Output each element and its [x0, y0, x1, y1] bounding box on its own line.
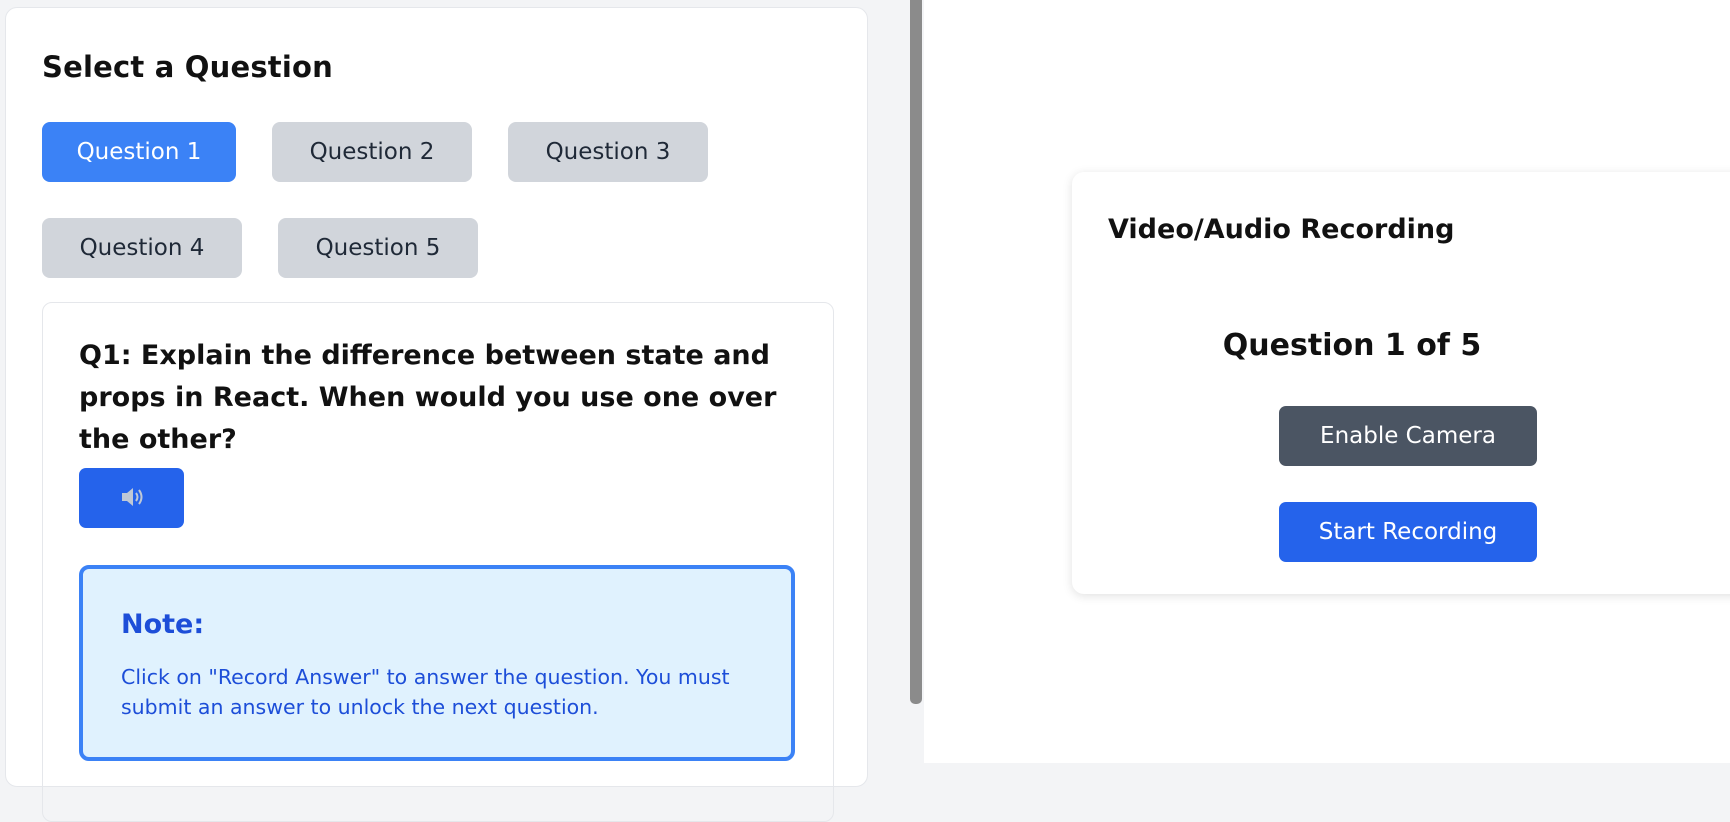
question-text: Q1: Explain the difference between state…: [79, 340, 777, 455]
note-title: Note:: [121, 609, 205, 640]
question-progress: Question 1 of 5: [1222, 328, 1482, 363]
question-5-button[interactable]: Question 5: [278, 218, 478, 278]
enable-camera-button[interactable]: Enable Camera: [1279, 406, 1537, 466]
start-recording-button[interactable]: Start Recording: [1279, 502, 1537, 562]
question-4-button[interactable]: Question 4: [42, 218, 242, 278]
recording-title: Video/Audio Recording: [1108, 214, 1455, 245]
question-3-button[interactable]: Question 3: [508, 122, 708, 182]
panel-title: Select a Question: [42, 50, 333, 84]
scrollbar-thumb[interactable]: [910, 0, 922, 704]
speaker-icon: [119, 485, 145, 512]
note-text: Click on "Record Answer" to answer the q…: [121, 665, 730, 719]
question-selection-panel: Select a Question Question 1 Question 2 …: [5, 7, 868, 822]
read-question-aloud-button[interactable]: [79, 468, 184, 528]
question-1-button[interactable]: Question 1: [42, 122, 236, 182]
question-card: Q1: Explain the difference between state…: [42, 302, 834, 822]
note-box: Note: Click on "Record Answer" to answer…: [79, 565, 795, 761]
question-2-button[interactable]: Question 2: [272, 122, 472, 182]
recording-card: Video/Audio Recording Question 1 of 5 En…: [1072, 172, 1730, 594]
